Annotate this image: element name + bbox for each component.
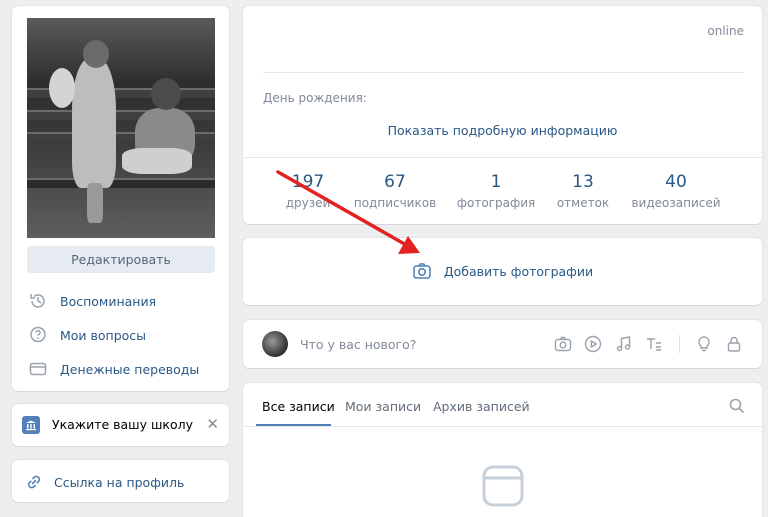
text-icon[interactable]	[644, 334, 664, 354]
bulb-icon[interactable]	[694, 334, 714, 354]
profile-link-card[interactable]: Ссылка на профиль	[12, 460, 229, 502]
link-icon	[24, 472, 44, 492]
counter-label: подписчиков	[353, 196, 437, 210]
counter-value: 1	[490, 172, 502, 192]
menu-item-label: Мои вопросы	[60, 327, 147, 343]
counter-friends[interactable]: 197 друзей	[273, 171, 343, 210]
school-prompt-card[interactable]: Укажите вашу школу ✕	[12, 404, 229, 446]
edit-profile-button[interactable]: Редактировать	[27, 246, 215, 273]
question-icon	[28, 325, 48, 345]
music-icon[interactable]	[614, 334, 634, 354]
divider	[679, 335, 680, 353]
counter-label: видеозаписей	[631, 196, 721, 210]
counter-label: друзей	[285, 196, 331, 210]
counter-followers[interactable]: 67 подписчиков	[349, 171, 441, 210]
counter-value: 67	[384, 172, 406, 192]
menu-item-questions[interactable]: Мои вопросы	[28, 324, 146, 346]
menu-item-label: Воспоминания	[60, 293, 157, 309]
birthday-label: День рождения:	[263, 91, 367, 105]
school-prompt-label[interactable]: Укажите вашу школу	[52, 417, 193, 432]
wallet-icon	[28, 359, 48, 379]
video-icon[interactable]	[583, 334, 603, 354]
tab-all-posts[interactable]: Все записи	[262, 399, 335, 414]
divider	[263, 72, 744, 73]
show-more-info-link[interactable]: Показать подробную информацию	[243, 123, 762, 138]
history-icon	[28, 291, 48, 311]
counter-videos[interactable]: 40 видеозаписей	[627, 171, 725, 210]
profile-link-label[interactable]: Ссылка на профиль	[54, 475, 184, 490]
divider	[243, 426, 762, 427]
new-post-card: Что у вас нового?	[243, 320, 762, 368]
tab-archive[interactable]: Архив записей	[433, 399, 530, 414]
camera-icon	[412, 261, 432, 281]
tab-my-posts[interactable]: Мои записи	[345, 399, 421, 414]
camera-icon[interactable]	[553, 334, 573, 354]
profile-photo[interactable]	[27, 18, 215, 238]
add-photos-label: Добавить фотографии	[443, 263, 594, 279]
menu-item-label: Денежные переводы	[60, 361, 200, 377]
counter-value: 13	[572, 172, 594, 192]
menu-item-memories[interactable]: Воспоминания	[28, 290, 156, 312]
avatar[interactable]	[262, 331, 288, 357]
lock-icon[interactable]	[724, 334, 744, 354]
counter-value: 40	[665, 172, 687, 192]
school-icon	[22, 416, 40, 434]
menu-item-money-transfers[interactable]: Денежные переводы	[28, 358, 199, 380]
new-post-input[interactable]: Что у вас нового?	[300, 337, 416, 352]
divider	[243, 157, 762, 158]
add-photos-button[interactable]: Добавить фотографии	[243, 261, 762, 281]
counter-value: 197	[291, 172, 325, 192]
close-icon[interactable]: ✕	[206, 415, 219, 433]
counter-photos[interactable]: 1 фотография	[453, 171, 539, 210]
search-icon[interactable]	[728, 397, 746, 415]
counter-label: отметок	[556, 196, 610, 210]
add-photos-card: Добавить фотографии	[243, 238, 762, 305]
counter-tags[interactable]: 13 отметок	[547, 171, 619, 210]
profile-photo-card: Редактировать Воспоминания Мои вопросы Д…	[12, 6, 229, 391]
wall-card: Все записи Мои записи Архив записей	[243, 383, 762, 517]
online-status: online	[707, 24, 744, 38]
counter-label: фотография	[456, 196, 536, 210]
empty-wall-icon	[482, 465, 524, 507]
profile-info-card: online День рождения: Показать подробную…	[243, 6, 762, 224]
